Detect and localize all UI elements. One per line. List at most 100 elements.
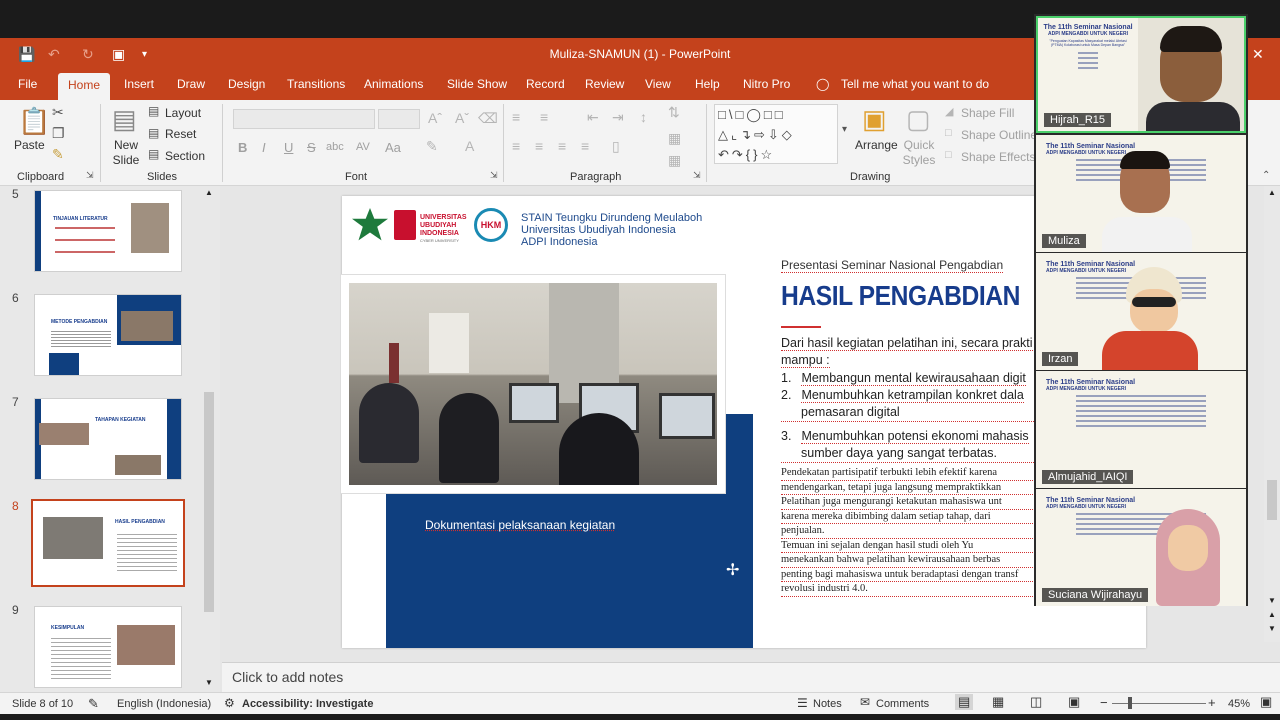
increase-indent-icon[interactable]: ⇥ [612, 109, 624, 126]
section-icon[interactable]: ▤ [148, 147, 159, 161]
numbering-icon[interactable]: ≡ [540, 109, 548, 125]
paste-icon[interactable]: 📋 [18, 106, 50, 137]
quick-styles-icon[interactable]: ▢ [906, 104, 931, 135]
bullets-icon[interactable]: ≡ [512, 109, 520, 125]
next-slide-icon[interactable]: ▼ [1268, 624, 1276, 633]
bold-button[interactable]: B [238, 140, 247, 155]
paragraph-launcher-icon[interactable]: ⇲ [693, 170, 701, 181]
notes-icon[interactable]: ☰ [797, 696, 808, 710]
reset-icon[interactable]: ▤ [148, 126, 159, 140]
language-indicator[interactable]: English (Indonesia) [117, 698, 211, 710]
notes-button[interactable]: Notes [813, 698, 842, 710]
tab-slide-show[interactable]: Slide Show [447, 77, 507, 91]
decrease-font-icon[interactable]: Aˇ [455, 110, 469, 126]
zoom-level[interactable]: 45% [1228, 698, 1250, 710]
shape-fill-icon[interactable]: ◢ [945, 105, 953, 118]
font-size-box[interactable] [378, 109, 420, 129]
close-window-icon[interactable]: ✕ [1252, 46, 1264, 63]
clear-formatting-icon[interactable]: ⌫ [478, 110, 498, 127]
clipboard-launcher-icon[interactable]: ⇲ [86, 170, 94, 181]
scroll-down-icon[interactable]: ▼ [205, 678, 213, 687]
font-launcher-icon[interactable]: ⇲ [490, 170, 498, 181]
shape-outline-icon[interactable]: □ [945, 127, 952, 139]
shadow-button[interactable]: abc [326, 141, 344, 153]
highlight-icon[interactable]: ✎ [426, 138, 438, 155]
tab-animations[interactable]: Animations [364, 77, 423, 91]
notes-pane[interactable]: Click to add notes [222, 662, 1280, 692]
previous-slide-icon[interactable]: ▲ [1268, 610, 1276, 619]
font-family-box[interactable] [233, 109, 375, 129]
collapse-ribbon-icon[interactable]: ⌃ [1262, 170, 1270, 181]
text-direction-icon[interactable]: ⇅ [668, 104, 680, 121]
layout-button[interactable]: Layout [165, 106, 201, 120]
tab-file[interactable]: File [18, 77, 37, 91]
video-tile-irzan[interactable]: The 11th Seminar Nasional ADPI MENGABDI … [1036, 253, 1246, 370]
zoom-slider-thumb[interactable] [1128, 697, 1132, 709]
shape-outline-button[interactable]: Shape Outline [961, 128, 1037, 142]
tab-insert[interactable]: Insert [124, 77, 154, 91]
tab-design[interactable]: Design [228, 77, 265, 91]
tell-me-search[interactable]: Tell me what you want to do [841, 77, 989, 91]
increase-font-icon[interactable]: Aˆ [428, 110, 442, 126]
tab-record[interactable]: Record [526, 77, 565, 91]
tab-nitro-pro[interactable]: Nitro Pro [743, 77, 790, 91]
section-button[interactable]: Section [165, 149, 205, 163]
new-slide-button[interactable]: New Slide [111, 138, 141, 168]
smartart-icon[interactable]: ▦ [668, 152, 681, 169]
slide-scrollbar[interactable]: ▲ ▼ ▲ ▼ [1264, 186, 1280, 642]
slideshow-view-icon[interactable]: ▣ [1068, 694, 1080, 710]
scroll-thumb[interactable] [1267, 480, 1277, 520]
zoom-in-icon[interactable]: + [1208, 695, 1216, 710]
quick-styles-button[interactable]: Quick Styles [899, 138, 939, 168]
tab-view[interactable]: View [645, 77, 671, 91]
slide-canvas[interactable]: UNIVERSITAS UBUDIYAH INDONESIA CYBER UNI… [340, 196, 1146, 648]
fit-to-window-icon[interactable]: ▣ [1260, 694, 1272, 710]
video-tile-muliza[interactable]: The 11th Seminar Nasional ADPI MENGABDI … [1036, 135, 1246, 252]
paste-button[interactable]: Paste [14, 138, 45, 152]
italic-button[interactable]: I [262, 140, 266, 155]
line-spacing-icon[interactable]: ↕ [640, 109, 647, 125]
change-case-button[interactable]: Aa [385, 140, 401, 155]
format-painter-icon[interactable]: ✎ [52, 146, 64, 163]
slide-thumbnail-9[interactable]: KESIMPULAN [34, 606, 182, 688]
tab-review[interactable]: Review [585, 77, 624, 91]
shape-effects-button[interactable]: Shape Effects [961, 150, 1036, 164]
shape-fill-button[interactable]: Shape Fill [961, 106, 1014, 120]
character-spacing-button[interactable]: AV [356, 141, 370, 153]
reset-button[interactable]: Reset [165, 127, 196, 141]
scroll-thumb[interactable] [204, 392, 214, 612]
tab-transitions[interactable]: Transitions [287, 77, 345, 91]
decrease-indent-icon[interactable]: ⇤ [587, 109, 599, 126]
notes-placeholder[interactable]: Click to add notes [232, 669, 343, 685]
scroll-up-icon[interactable]: ▲ [1268, 188, 1276, 197]
shapes-more-icon[interactable]: ▾ [842, 124, 847, 135]
arrange-button[interactable]: Arrange [855, 138, 898, 152]
comments-icon[interactable]: ✉ [860, 695, 870, 709]
slide-thumbnail-8[interactable]: HASIL PENGABDIAN [31, 499, 185, 587]
video-tile-hijrah[interactable]: The 11th Seminar Nasional ADPI MENGABDI … [1036, 16, 1246, 133]
tab-home[interactable]: Home [58, 73, 111, 100]
cut-icon[interactable]: ✂ [52, 104, 64, 121]
thumbnail-scrollbar[interactable]: ▲ ▼ [202, 186, 216, 692]
slide-thumbnail-7[interactable]: TAHAPAN KEGIATAN [34, 398, 182, 480]
arrange-icon[interactable]: ▣ [862, 104, 887, 135]
comments-button[interactable]: Comments [876, 698, 929, 710]
normal-view-icon[interactable]: ▤ [955, 694, 974, 710]
align-left-icon[interactable]: ≡ [512, 138, 520, 154]
align-text-icon[interactable]: ▦ [668, 130, 681, 147]
justify-icon[interactable]: ≡ [581, 138, 589, 154]
align-right-icon[interactable]: ≡ [558, 138, 566, 154]
slide-sorter-icon[interactable]: ▦ [992, 694, 1004, 710]
scroll-up-icon[interactable]: ▲ [205, 188, 213, 197]
copy-icon[interactable]: ❐ [52, 125, 65, 142]
tab-draw[interactable]: Draw [177, 77, 205, 91]
slide-thumbnail-5[interactable]: TINJAUAN LITERATUR [34, 190, 182, 272]
reading-view-icon[interactable]: ◫ [1030, 694, 1042, 710]
accessibility-icon[interactable]: ⚙ [224, 696, 235, 710]
shapes-gallery[interactable]: □\□◯□□ △⌞↴⇨⇩◇ ↶↷{}☆ [714, 104, 838, 164]
strikethrough-button[interactable]: S [307, 140, 316, 155]
align-center-icon[interactable]: ≡ [535, 138, 543, 154]
slide-thumbnail-6[interactable]: METODE PENGABDIAN [34, 294, 182, 376]
zoom-out-icon[interactable]: − [1100, 695, 1108, 710]
video-tile-suciana[interactable]: The 11th Seminar Nasional ADPI MENGABDI … [1036, 489, 1246, 606]
